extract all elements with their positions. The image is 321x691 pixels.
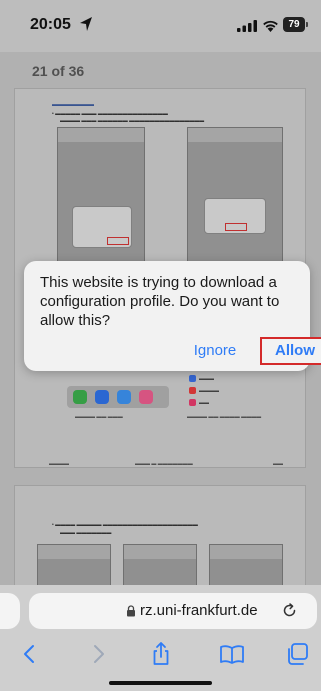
share-icon[interactable] bbox=[148, 641, 174, 667]
signal-icon bbox=[237, 20, 257, 32]
battery-icon: 79 bbox=[283, 17, 308, 32]
download-profile-alert: This website is trying to download a con… bbox=[24, 261, 321, 371]
lock-icon bbox=[127, 605, 135, 617]
address-bar[interactable]: rz.uni-frankfurt.de bbox=[29, 593, 317, 629]
bookmarks-icon[interactable] bbox=[219, 641, 245, 667]
location-arrow-icon bbox=[80, 17, 92, 31]
wifi-icon bbox=[263, 20, 278, 32]
ignore-button[interactable]: Ignore bbox=[190, 339, 240, 363]
status-time: 20:05 bbox=[30, 16, 71, 33]
reload-icon[interactable] bbox=[281, 602, 298, 619]
url-bar-area: rz.uni-frankfurt.de bbox=[0, 585, 321, 637]
tabs-icon[interactable] bbox=[285, 641, 311, 667]
allow-button[interactable]: Allow bbox=[260, 337, 321, 365]
url-text: rz.uni-frankfurt.de bbox=[140, 602, 258, 619]
status-bar: 20:05 79 bbox=[0, 0, 321, 52]
home-indicator[interactable] bbox=[109, 681, 212, 685]
back-icon[interactable] bbox=[17, 641, 43, 667]
forward-icon[interactable] bbox=[85, 641, 111, 667]
alert-message: This website is trying to download a con… bbox=[40, 274, 280, 329]
previous-tab-pill[interactable] bbox=[0, 593, 20, 629]
